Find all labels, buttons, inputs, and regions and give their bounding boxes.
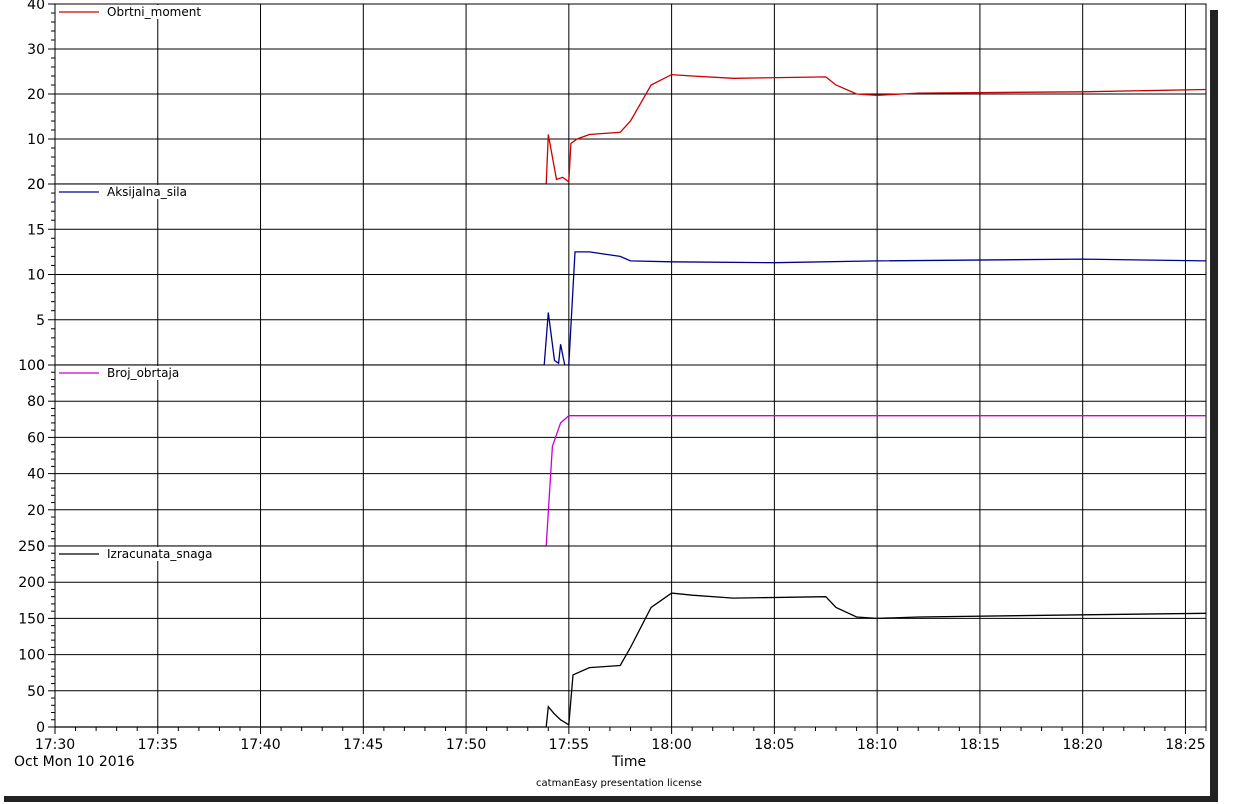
x-tick-label: 18:05 — [754, 737, 794, 753]
x-axis-date-label: Oct Mon 10 2016 — [14, 754, 135, 770]
chart-panel: 0 50 100 150 200 250 Izracunata_snaga — [18, 539, 1207, 736]
x-tick-label: 17:35 — [138, 737, 178, 753]
y-tick-label: 100 — [18, 648, 45, 664]
y-tick-label: 0 — [36, 720, 45, 736]
chart-panel: 010203040 Obrtni_moment — [27, 0, 1207, 193]
plot-area — [55, 546, 1206, 727]
x-axis-title: Time — [611, 754, 646, 770]
x-tick-label: 18:10 — [857, 737, 897, 753]
y-tick-label: 5 — [36, 313, 45, 329]
legend-label: Aksijalna_sila — [107, 185, 187, 199]
y-tick-label: 40 — [27, 0, 45, 13]
y-tick-label: 50 — [27, 684, 45, 700]
x-tick-label: 17:50 — [446, 737, 486, 753]
y-tick-label: 20 — [27, 503, 45, 519]
y-tick-label: 80 — [27, 394, 45, 410]
y-tick-label: 20 — [27, 177, 45, 193]
chart-panels: 010203040 Obrtni_moment05101520 Aksijalna_… — [18, 0, 1207, 736]
figure-shadow-bottom — [4, 796, 1218, 802]
figure-shadow-right — [1210, 10, 1218, 800]
chart-panel: 020406080100 Broj_obrtaja — [18, 358, 1207, 555]
legend-label: Broj_obrtaja — [107, 366, 179, 380]
y-tick-label: 10 — [27, 268, 45, 284]
y-tick-label: 15 — [27, 222, 45, 238]
y-tick-label: 250 — [18, 539, 45, 555]
x-tick-label: 18:20 — [1062, 737, 1102, 753]
x-tick-label: 17:30 — [35, 737, 75, 753]
chart-figure: 010203040 Obrtni_moment05101520 Aksijalna_… — [0, 0, 1218, 802]
license-footer: catmanEasy presentation license — [536, 778, 702, 789]
x-tick-label: 18:00 — [651, 737, 691, 753]
y-tick-label: 40 — [27, 467, 45, 483]
y-tick-label: 20 — [27, 87, 45, 103]
x-tick-label: 17:45 — [343, 737, 383, 753]
plot-area — [55, 365, 1206, 546]
legend-label: Izracunata_snaga — [107, 547, 213, 561]
legend-label: Obrtni_moment — [107, 5, 201, 19]
chart-panel: 05101520 Aksijalna_sila — [27, 177, 1207, 374]
y-tick-label: 200 — [18, 575, 45, 591]
y-tick-label: 10 — [27, 132, 45, 148]
y-tick-label: 150 — [18, 611, 45, 627]
x-tick-label: 17:40 — [240, 737, 280, 753]
x-tick-label: 17:55 — [549, 737, 589, 753]
y-tick-label: 30 — [27, 42, 45, 58]
x-tick-label: 18:25 — [1165, 737, 1205, 753]
y-tick-label: 60 — [27, 430, 45, 446]
y-tick-label: 100 — [18, 358, 45, 374]
x-tick-label: 18:15 — [960, 737, 1000, 753]
